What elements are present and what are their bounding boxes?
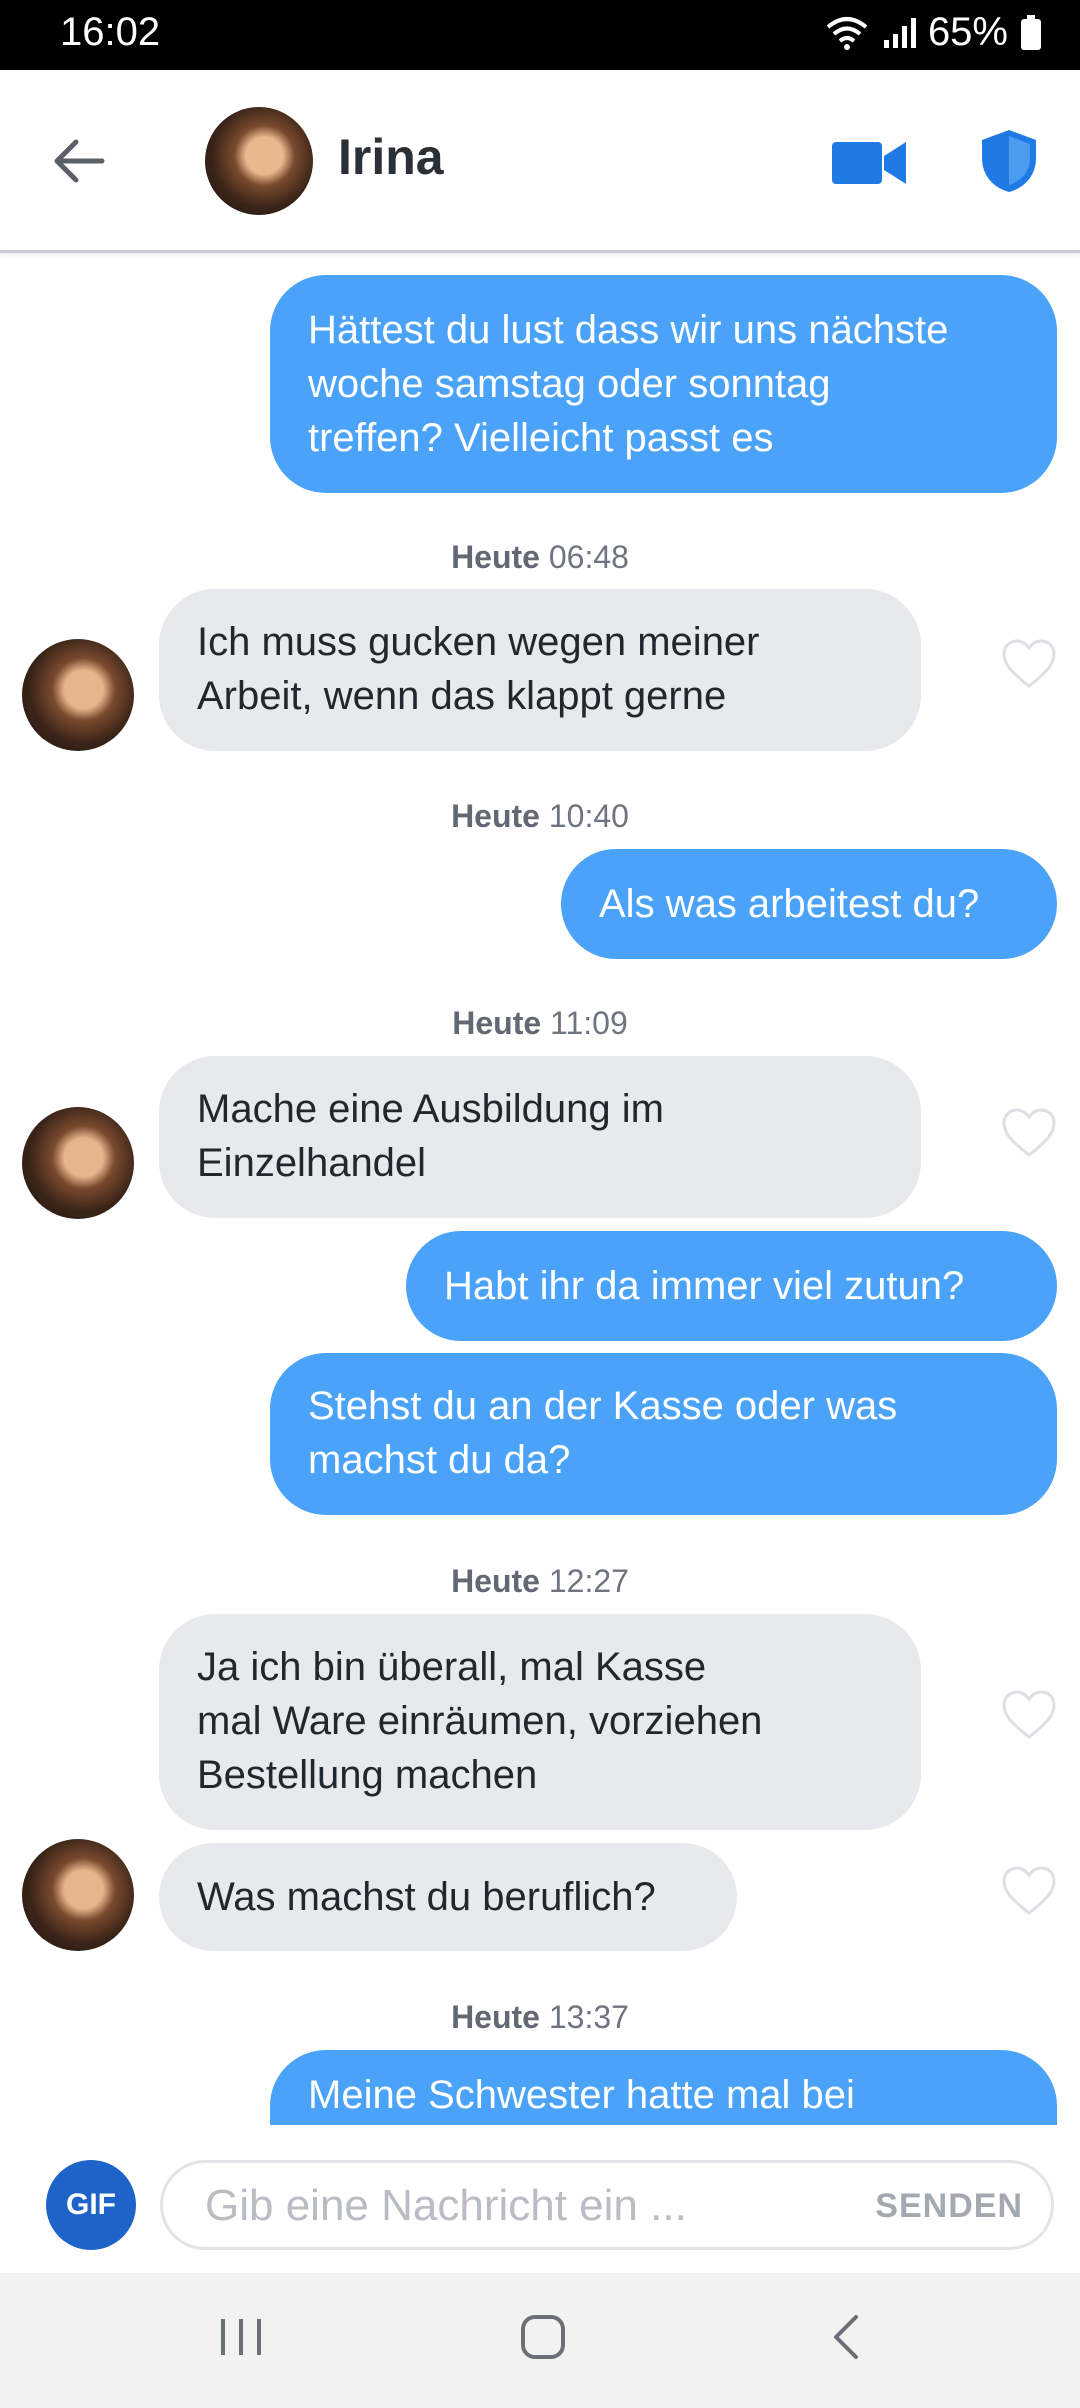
- received-message[interactable]: Mache eine Ausbildung im Einzelhandel: [159, 1056, 921, 1218]
- contact-avatar-small[interactable]: [22, 639, 134, 751]
- sent-message[interactable]: Als was arbeitest du?: [561, 849, 1057, 959]
- sent-message[interactable]: Habt ihr da immer viel zutun?: [406, 1231, 1057, 1341]
- timestamp: Heute 13:37: [451, 1999, 629, 2035]
- contact-name[interactable]: Irina: [338, 128, 444, 186]
- shield-icon[interactable]: [980, 128, 1038, 194]
- message-list[interactable]: Hättest du lust dass wir uns nächste woc…: [0, 253, 1080, 2125]
- timestamp: Heute 06:48: [451, 539, 629, 575]
- like-heart-icon[interactable]: [1001, 1689, 1057, 1741]
- received-message[interactable]: Ja ich bin überall, mal Kasse mal Ware e…: [159, 1614, 921, 1830]
- video-call-icon[interactable]: [830, 136, 908, 190]
- timestamp: Heute 10:40: [451, 798, 629, 834]
- back-arrow-icon[interactable]: [48, 130, 110, 192]
- wifi-icon: [826, 16, 868, 50]
- contact-avatar[interactable]: [205, 107, 313, 215]
- chat-header: Irina: [0, 70, 1080, 253]
- recent-apps-icon[interactable]: [218, 2313, 264, 2361]
- timestamp: Heute 12:27: [451, 1563, 629, 1599]
- received-message[interactable]: Ich muss gucken wegen meiner Arbeit, wen…: [159, 589, 921, 751]
- message-input-placeholder: Gib eine Nachricht ein ...: [205, 2181, 687, 2230]
- sent-message[interactable]: Meine Schwester hatte mal bei: [270, 2050, 1057, 2125]
- timestamp: Heute 11:09: [452, 1005, 628, 1041]
- message-composer: GIF Gib eine Nachricht ein ... SENDEN: [0, 2125, 1080, 2273]
- home-icon[interactable]: [519, 2313, 567, 2361]
- clock: 16:02: [60, 10, 161, 54]
- like-heart-icon[interactable]: [1001, 1865, 1057, 1917]
- like-heart-icon[interactable]: [1001, 1107, 1057, 1159]
- received-message[interactable]: Was machst du beruflich?: [159, 1843, 737, 1951]
- like-heart-icon[interactable]: [1001, 638, 1057, 690]
- sent-message[interactable]: Hättest du lust dass wir uns nächste woc…: [270, 275, 1057, 493]
- back-icon[interactable]: [826, 2313, 866, 2361]
- send-button[interactable]: SENDEN: [875, 2187, 1023, 2226]
- contact-avatar-small[interactable]: [22, 1839, 134, 1951]
- gif-button[interactable]: GIF: [46, 2160, 136, 2250]
- system-navigation-bar: [0, 2273, 1080, 2408]
- battery-level: 65%: [927, 10, 1008, 54]
- battery-icon: [1021, 14, 1041, 50]
- signal-icon: [883, 17, 916, 48]
- status-bar: 16:02 65%: [0, 0, 1080, 70]
- sent-message[interactable]: Stehst du an der Kasse oder was machst d…: [270, 1353, 1057, 1515]
- message-input[interactable]: Gib eine Nachricht ein ... SENDEN: [160, 2160, 1054, 2250]
- contact-avatar-small[interactable]: [22, 1107, 134, 1219]
